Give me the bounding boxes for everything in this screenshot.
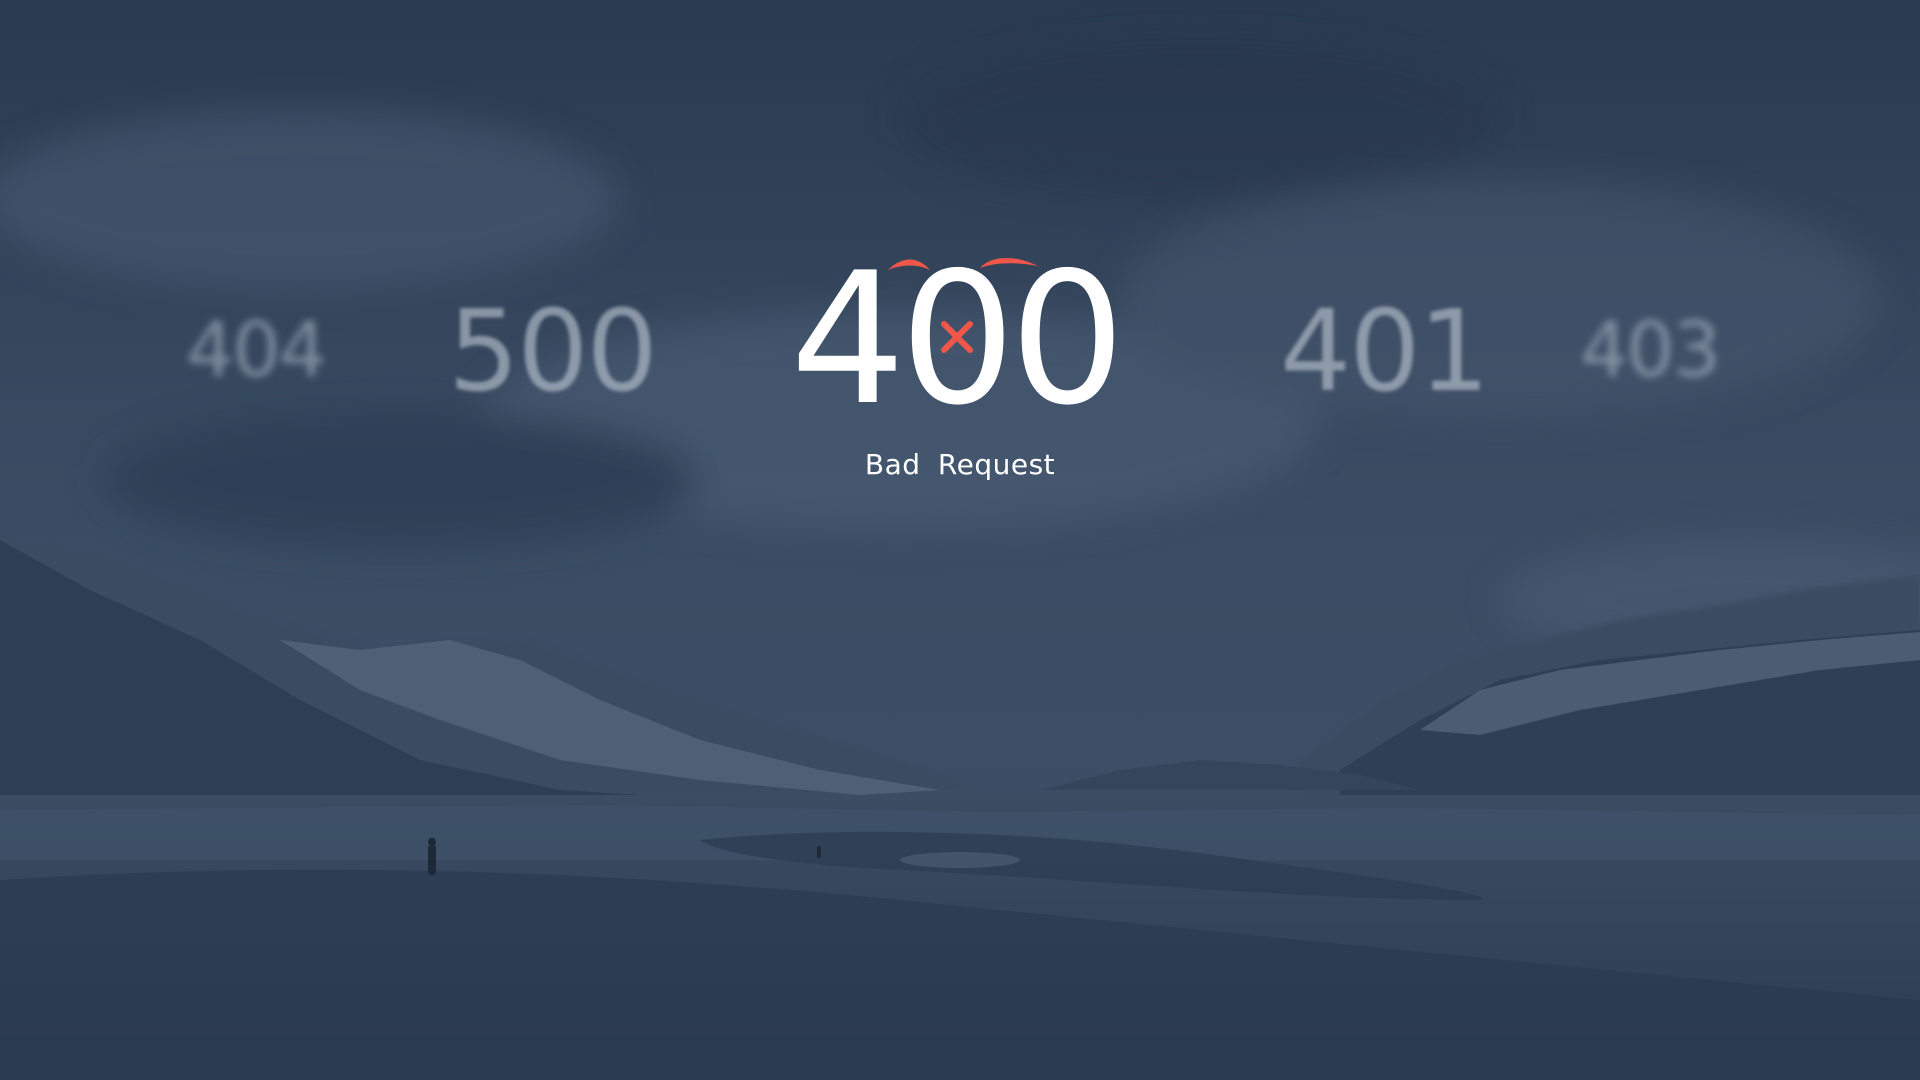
error-code-403: 403 xyxy=(1580,305,1721,394)
error-message: Bad Request xyxy=(864,448,1056,481)
landscape-background xyxy=(0,0,1920,1080)
main-error-code-group: 400 xyxy=(790,248,1130,438)
right-eyebrow-icon xyxy=(980,257,1038,268)
error-code-500: 500 xyxy=(448,287,658,417)
angry-face-decoration xyxy=(888,257,1038,353)
error-code-404: 404 xyxy=(186,305,327,394)
close-x-icon xyxy=(941,321,973,353)
error-page: 404 500 401 403 400 Bad Request xyxy=(0,0,1920,1080)
left-eyebrow-icon xyxy=(888,259,930,270)
error-code-401: 401 xyxy=(1280,287,1490,417)
